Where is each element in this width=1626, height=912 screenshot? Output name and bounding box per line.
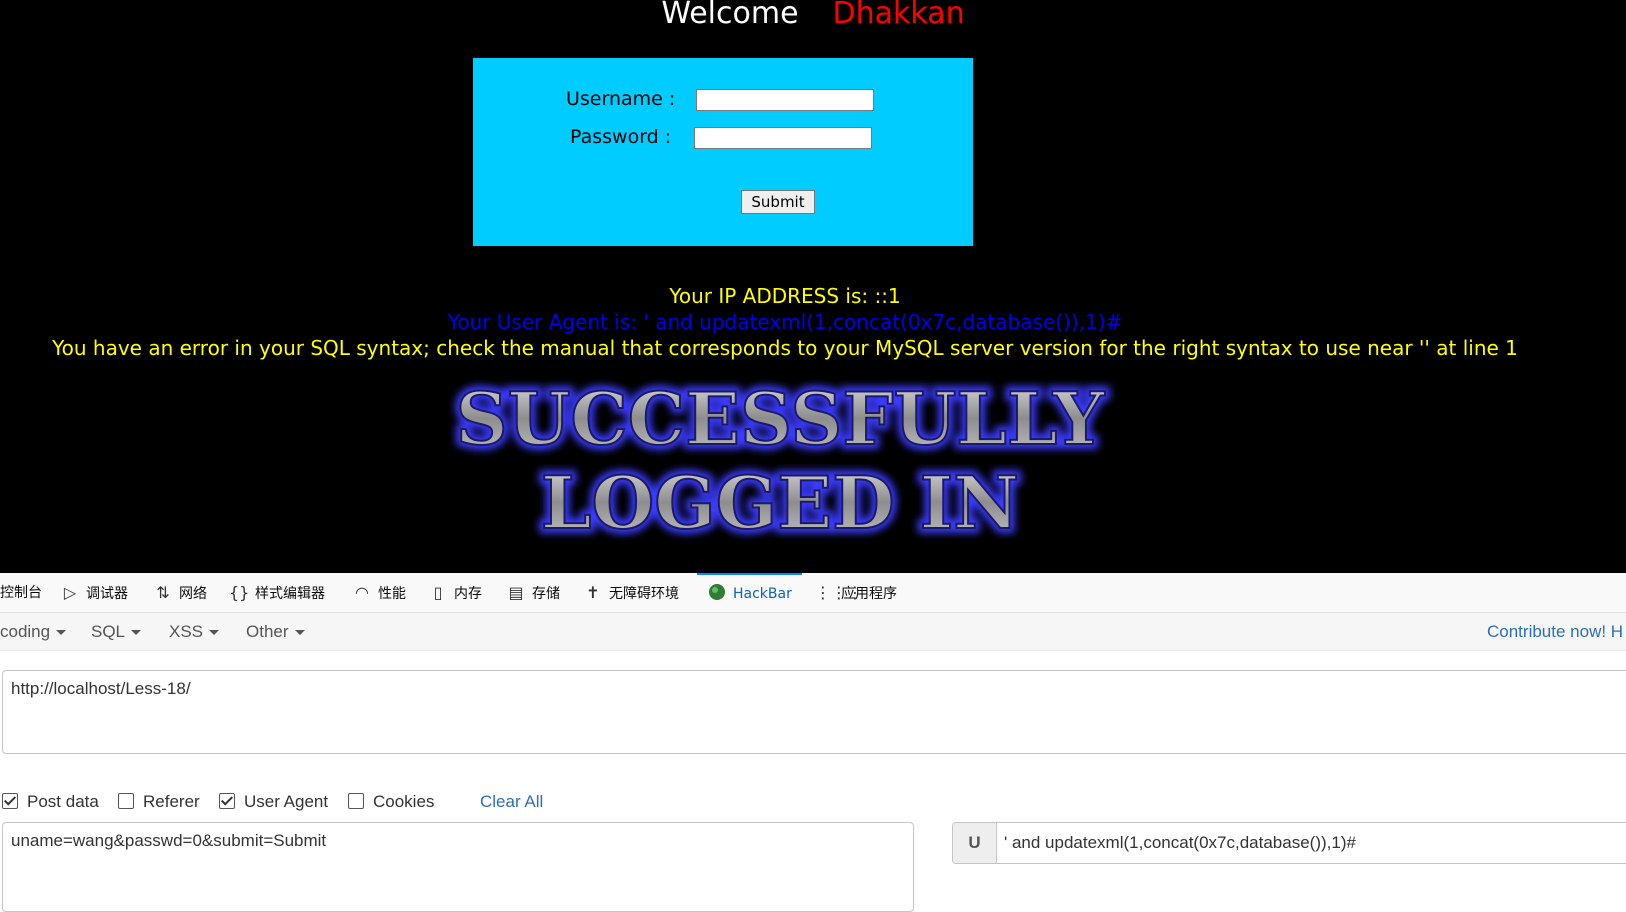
username-input[interactable] <box>696 89 874 111</box>
checkbox-user-agent[interactable]: User Agent <box>219 790 328 814</box>
svg-text:LOGGED IN: LOGGED IN <box>541 460 1019 545</box>
hackbar-toolbar: coding SQL XSS Other Contribute now! H <box>0 613 1626 651</box>
checkbox-cookies[interactable]: Cookies <box>348 790 434 814</box>
menu-encoding[interactable]: coding <box>0 613 67 651</box>
hackbar-icon <box>707 573 727 613</box>
devtools-panel: 控制台 ▷ 调试器 ⇅ 网络 {} 样式编辑器 ◠ 性能 ▯ 内存 ▤ 存储 ✝ 无障碍环境 … <box>0 573 1626 912</box>
tab-storage[interactable]: ▤ 存储 <box>506 573 560 613</box>
svg-text:SUCCESSFULLY: SUCCESSFULLY <box>456 378 1106 461</box>
user-agent-input-group: U ' and updatexml(1,concat(0x7c,database… <box>952 822 1626 864</box>
menu-sql[interactable]: SQL <box>91 613 142 651</box>
accessibility-icon: ✝ <box>586 583 600 602</box>
tab-memory[interactable]: ▯ 内存 <box>428 573 482 613</box>
sql-error-text: You have an error in your SQL syntax; ch… <box>52 336 1518 360</box>
tab-performance[interactable]: ◠ 性能 <box>352 573 406 613</box>
menu-other[interactable]: Other <box>246 613 305 651</box>
checkbox-checked[interactable] <box>2 793 18 809</box>
checkbox-checked[interactable] <box>219 793 235 809</box>
checkbox-unchecked[interactable] <box>118 793 134 809</box>
tab-style-editor[interactable]: {} 样式编辑器 <box>229 573 325 613</box>
storage-icon: ▤ <box>508 583 524 602</box>
chevron-down-icon <box>209 630 220 636</box>
password-input[interactable] <box>694 127 872 149</box>
url-textarea[interactable]: http://localhost/Less-18/ <box>2 670 1626 754</box>
debugger-icon: ▷ <box>63 583 77 602</box>
tab-hackbar[interactable]: HackBar <box>697 573 802 613</box>
chevron-down-icon <box>56 630 67 636</box>
user-name: Dhakkan <box>832 0 965 31</box>
tab-console[interactable]: 控制台 <box>0 573 42 613</box>
welcome-text: Welcome <box>661 0 799 31</box>
memory-icon: ▯ <box>433 583 443 602</box>
checkbox-unchecked[interactable] <box>348 793 364 809</box>
submit-button[interactable]: Submit <box>741 190 815 214</box>
contribute-link[interactable]: Contribute now! H <box>1487 613 1623 651</box>
clear-all-button[interactable]: Clear All <box>480 790 543 814</box>
performance-icon: ◠ <box>355 583 369 602</box>
password-label: Password : <box>570 126 672 148</box>
welcome-heading: Welcome Dhakkan <box>0 0 1626 31</box>
tab-network[interactable]: ⇅ 网络 <box>153 573 207 613</box>
chevron-down-icon <box>131 630 142 636</box>
tab-application[interactable]: ⋮⋮⋮应用程序 <box>815 573 897 613</box>
menu-xss[interactable]: XSS <box>169 613 220 651</box>
success-banner-image: SUCCESSFULLY SUCCESSFULLY LOGGED IN LOGG… <box>451 378 1111 550</box>
application-icon: ⋮⋮⋮ <box>815 583 863 602</box>
user-agent-input[interactable]: ' and updatexml(1,concat(0x7c,database()… <box>1004 823 1356 863</box>
tab-debugger[interactable]: ▷ 调试器 <box>60 573 128 613</box>
login-form: Username : Password : Submit <box>473 58 973 246</box>
user-agent-text: Your User Agent is: ' and updatexml(1,co… <box>447 310 1123 334</box>
chevron-down-icon <box>294 630 305 636</box>
devtools-tabbar: 控制台 ▷ 调试器 ⇅ 网络 {} 样式编辑器 ◠ 性能 ▯ 内存 ▤ 存储 ✝ 无障碍环境 … <box>0 573 1626 613</box>
checkbox-referer[interactable]: Referer <box>118 790 200 814</box>
checkbox-post-data[interactable]: Post data <box>2 790 99 814</box>
style-editor-icon: {} <box>229 583 250 602</box>
user-agent-prefix: U <box>953 823 997 863</box>
web-page: Welcome Dhakkan Username : Password : Sub… <box>0 0 1626 573</box>
username-label: Username : <box>566 88 676 110</box>
ip-address-text: Your IP ADDRESS is: ::1 <box>669 284 901 308</box>
tab-accessibility[interactable]: ✝ 无障碍环境 <box>583 573 679 613</box>
network-icon: ⇅ <box>156 583 170 602</box>
